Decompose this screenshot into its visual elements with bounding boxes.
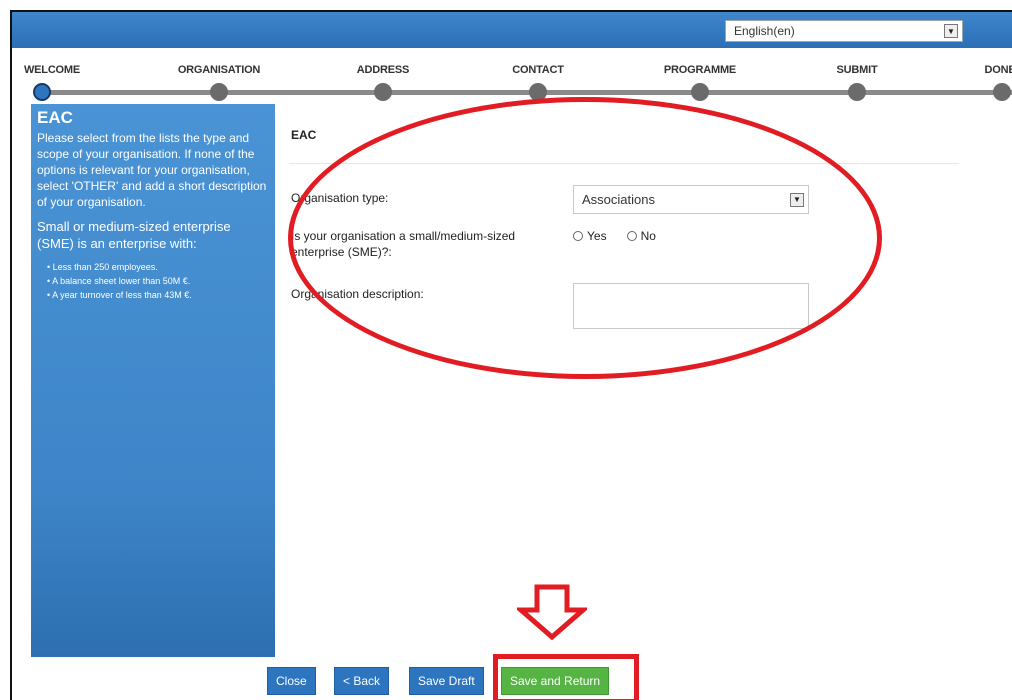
sme-no-label: No	[640, 229, 656, 243]
step-dot-organisation	[210, 83, 228, 101]
sme-radio-group: Yes No	[573, 229, 656, 243]
progress-stepper: WELCOME ORGANISATION ADDRESS CONTACT PRO…	[12, 48, 1012, 101]
org-description-textarea[interactable]	[573, 283, 809, 329]
step-done: DONE	[984, 64, 1012, 76]
chevron-down-icon[interactable]: ▼	[790, 192, 804, 207]
org-type-select[interactable]: Associations ▼	[573, 185, 809, 214]
step-address: ADDRESS	[356, 64, 410, 76]
top-bar: English(en) ▼	[12, 12, 1012, 48]
language-value: English(en)	[734, 24, 795, 38]
language-select[interactable]: English(en) ▼	[725, 20, 963, 42]
step-organisation: ORGANISATION	[177, 64, 261, 76]
info-bullet: Less than 250 employees.	[47, 260, 269, 274]
info-bullet: A balance sheet lower than 50M €.	[47, 274, 269, 288]
step-welcome: WELCOME	[23, 64, 81, 76]
sme-yes-label: Yes	[587, 229, 607, 243]
back-button[interactable]: < Back	[334, 667, 390, 695]
org-description-label: Organisation description:	[291, 287, 424, 301]
save-and-return-button[interactable]: Save and Return	[501, 667, 610, 695]
step-programme: PROGRAMME	[663, 64, 737, 76]
step-dot-contact	[529, 83, 547, 101]
step-dot-programme	[691, 83, 709, 101]
chevron-down-icon[interactable]: ▼	[944, 24, 958, 38]
step-submit: SUBMIT	[836, 64, 878, 76]
org-type-label: Organisation type:	[291, 191, 389, 205]
radio-circle-icon[interactable]	[573, 231, 583, 241]
info-bullet: A year turnover of less than 43M €.	[47, 288, 269, 302]
close-button[interactable]: Close	[267, 667, 316, 695]
info-paragraph-2: Small or medium-sized enterprise (SME) i…	[37, 219, 231, 251]
org-type-value: Associations	[582, 192, 655, 207]
form-divider	[289, 163, 959, 164]
info-paragraph-1: Please select from the lists the type an…	[37, 131, 267, 209]
sme-label: Is your organisation a small/medium-size…	[291, 229, 516, 259]
form-section-title: EAC	[291, 128, 317, 142]
step-dot-done	[993, 83, 1011, 101]
app-frame: English(en) ▼ WELCOME ORGANISATION ADDRE…	[10, 10, 1012, 700]
sme-yes-radio[interactable]: Yes	[573, 229, 607, 243]
radio-circle-icon[interactable]	[626, 231, 637, 241]
step-dot-welcome	[33, 83, 51, 101]
down-arrow-icon	[517, 584, 587, 640]
info-title: EAC	[37, 108, 73, 127]
save-draft-button[interactable]: Save Draft	[409, 667, 484, 695]
step-dot-submit	[848, 83, 866, 101]
step-dot-address	[374, 83, 392, 101]
info-bullet-list: Less than 250 employees. A balance sheet…	[37, 260, 269, 302]
info-panel: EAC Please select from the lists the typ…	[31, 104, 275, 657]
step-contact: CONTACT	[512, 64, 564, 76]
sme-no-radio[interactable]: No	[626, 229, 656, 243]
